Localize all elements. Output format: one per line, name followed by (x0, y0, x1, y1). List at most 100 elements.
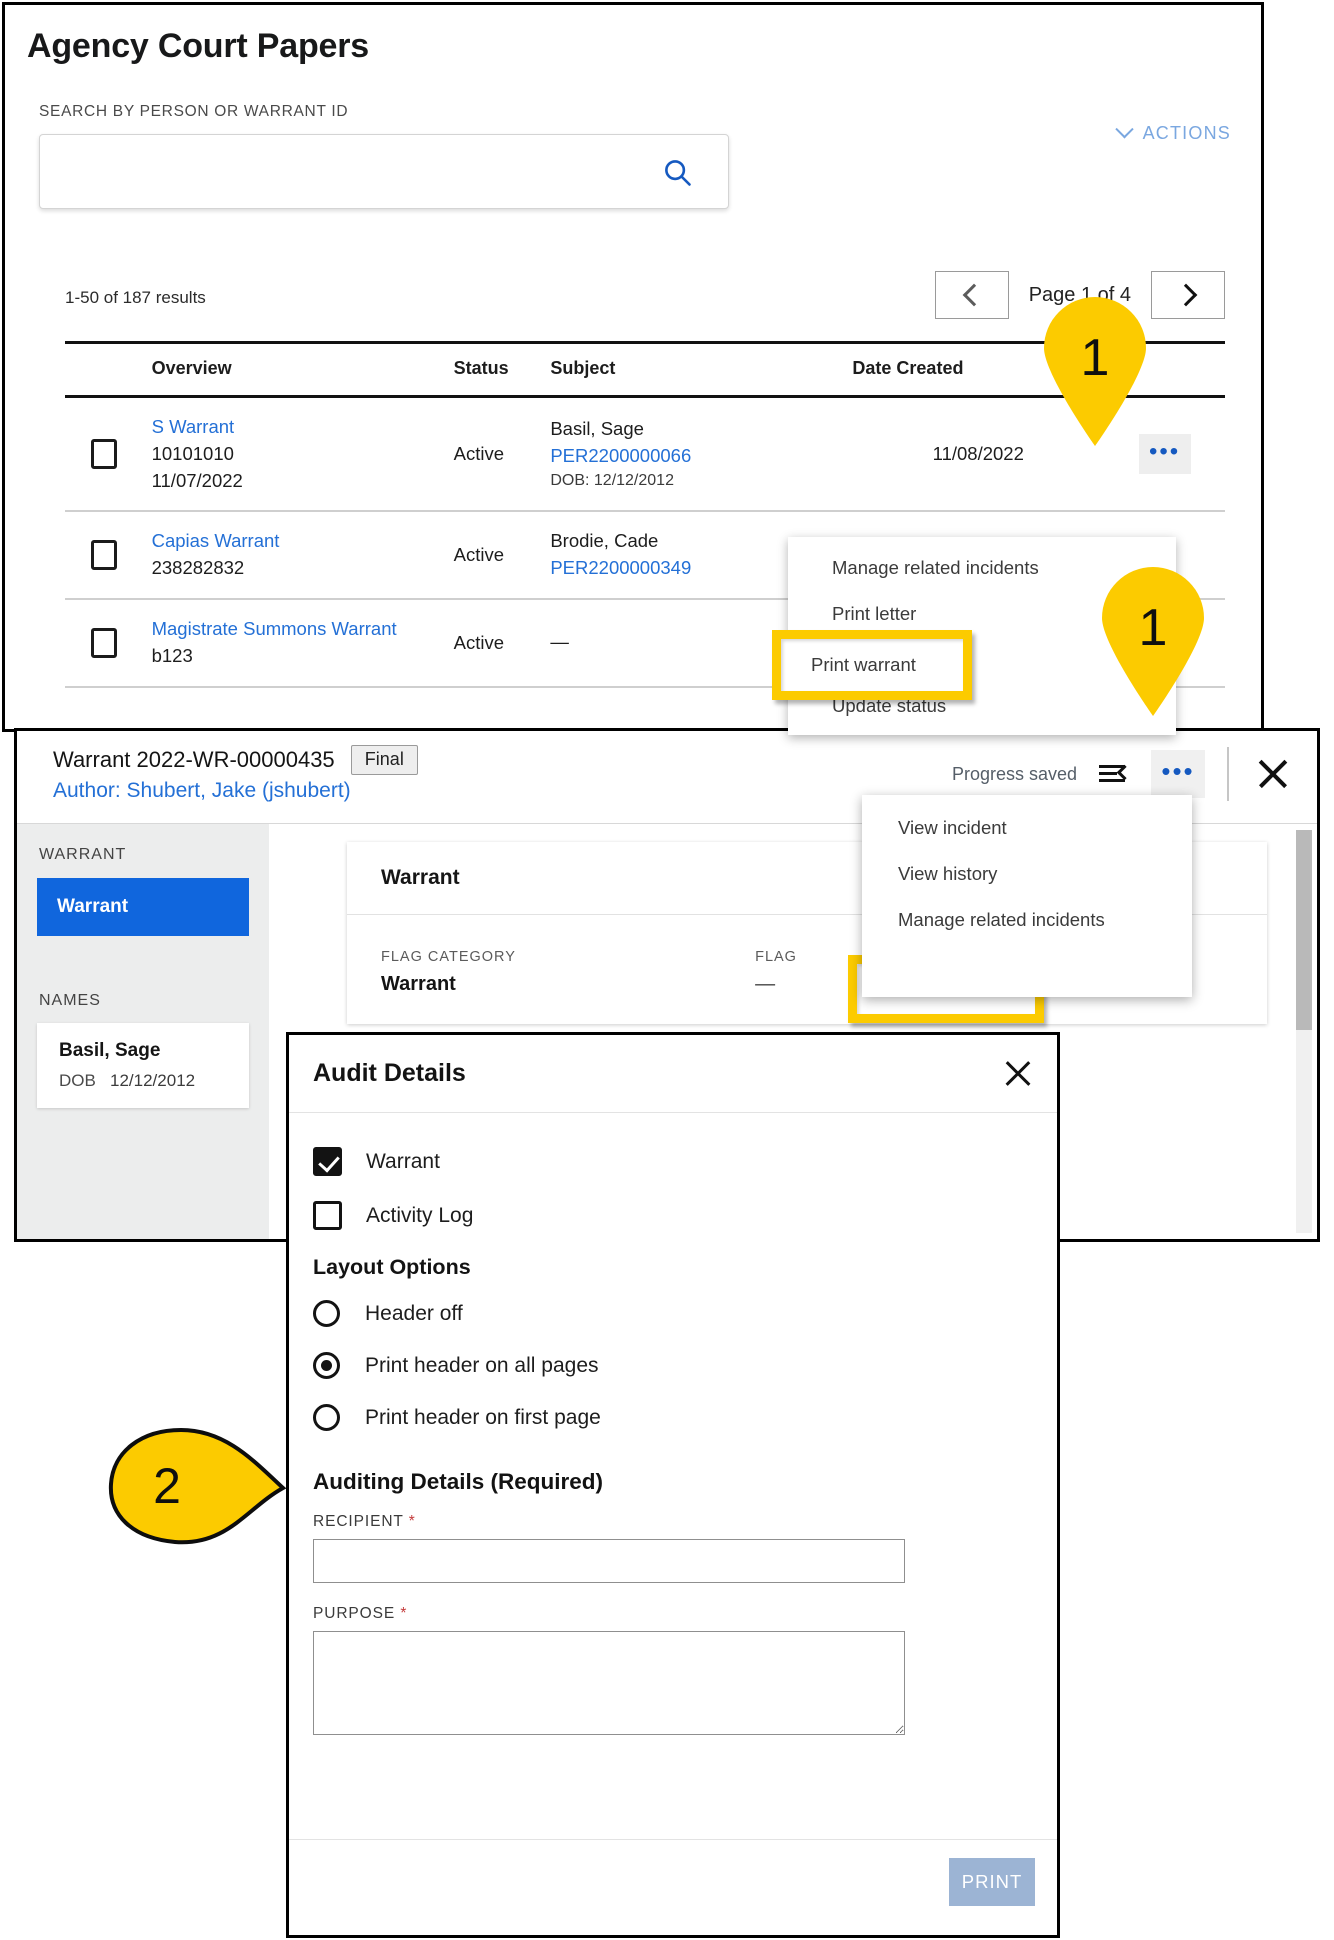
radio-header-first-page-label: Print header on first page (365, 1405, 601, 1429)
field-label: FLAG CATEGORY (381, 949, 516, 965)
row-select-cell (65, 511, 152, 601)
overview-link[interactable]: Magistrate Summons Warrant (152, 616, 454, 643)
dialog-title: Audit Details (313, 1059, 466, 1087)
row-subject-cell: Basil, Sage PER2200000066 DOB: 12/12/201… (550, 396, 853, 513)
radio-header-off-label: Header off (365, 1301, 463, 1325)
radio-header-all-pages[interactable] (313, 1352, 340, 1379)
status-badge: Final (350, 745, 418, 775)
row-overview-cell: S Warrant 10101010 11/07/2022 (151, 396, 454, 513)
subject-id-link[interactable]: PER2200000066 (550, 443, 852, 470)
row-overview-cell: Magistrate Summons Warrant b123 (151, 599, 454, 688)
chevron-right-icon (1174, 283, 1197, 307)
screenshot-root: Agency Court Papers SEARCH BY PERSON OR … (0, 0, 1334, 1940)
dialog-header: Audit Details (289, 1035, 1057, 1113)
name-card-dob: DOB 12/12/2012 (59, 1071, 249, 1091)
sidebar-section-names-label: NAMES (39, 992, 101, 1009)
search-input[interactable] (54, 135, 644, 208)
radio-row-header-all-pages[interactable]: Print header on all pages (313, 1352, 1033, 1379)
sidebar-item-warrant[interactable]: Warrant (37, 878, 249, 936)
page-title: Agency Court Papers (27, 27, 369, 65)
scrollbar-thumb[interactable] (1296, 830, 1312, 1030)
dob-value: 12/12/2012 (110, 1071, 196, 1090)
purpose-textarea[interactable] (313, 1631, 905, 1735)
menu-item-view-incident[interactable]: View incident (862, 805, 1192, 851)
menu-item-view-history[interactable]: View history (862, 851, 1192, 897)
highlight-print-warrant-list: Print warrant (772, 630, 972, 700)
th-overview[interactable]: Overview (151, 341, 454, 398)
row-select-cell (65, 396, 152, 513)
print-button[interactable]: PRINT (949, 1858, 1035, 1906)
search-label: SEARCH BY PERSON OR WARRANT ID (39, 103, 349, 120)
divider (1227, 747, 1229, 801)
overview-date: 11/07/2022 (151, 469, 243, 491)
search-box[interactable] (39, 134, 729, 209)
pagination-prev-button[interactable] (934, 271, 1009, 319)
field-flag-category: FLAG CATEGORY Warrant (381, 949, 755, 996)
search-icon[interactable] (662, 157, 692, 187)
sidebar-name-card[interactable]: Basil, Sage DOB 12/12/2012 (37, 1023, 249, 1108)
overview-link[interactable]: Capias Warrant (152, 528, 454, 555)
recipient-input[interactable] (313, 1539, 905, 1583)
row-checkbox[interactable] (91, 540, 117, 571)
th-status[interactable]: Status (453, 341, 551, 398)
progress-status: Progress saved (951, 763, 1077, 784)
radio-header-off[interactable] (313, 1300, 340, 1327)
detail-actions-menu: View incident View history Manage relate… (862, 795, 1192, 997)
callout-teardrop-2-number: 2 (153, 1458, 181, 1514)
detail-header-actions: Progress saved ••• (952, 747, 1295, 801)
purpose-label-text: PURPOSE (313, 1605, 396, 1622)
row-status: Active (453, 511, 551, 601)
pagination-next-button[interactable] (1151, 271, 1225, 319)
radio-row-header-off[interactable]: Header off (313, 1300, 1033, 1327)
results-count: 1-50 of 187 results (65, 288, 206, 307)
callout-pin-1-number: 1 (1080, 329, 1110, 387)
checkbox-activity-log[interactable] (313, 1201, 342, 1230)
sidebar-section-warrant-label: WARRANT (39, 846, 127, 863)
close-icon[interactable] (1001, 1057, 1035, 1091)
checkbox-activity-log-label: Activity Log (366, 1203, 474, 1227)
dialog-footer: PRINT (289, 1839, 1057, 1935)
row-overview-cell: Capias Warrant 238282832 (151, 511, 454, 601)
dob-label: DOB (59, 1071, 96, 1090)
overview-id: 10101010 (151, 442, 234, 464)
subject-dob: DOB: 12/12/2012 (550, 472, 674, 490)
recipient-label-text: RECIPIENT (313, 1513, 404, 1530)
overview-link[interactable]: S Warrant (152, 414, 454, 441)
overview-id: 238282832 (151, 557, 245, 579)
collapse-panel-icon[interactable] (1099, 763, 1133, 785)
detail-author-link[interactable]: Author: Shubert, Jake (jshubert) (53, 779, 351, 803)
radio-header-first-page[interactable] (313, 1404, 340, 1431)
checkbox-row-warrant[interactable]: Warrant (313, 1147, 1033, 1176)
purpose-label: PURPOSE * (313, 1605, 1033, 1623)
radio-row-header-first-page[interactable]: Print header on first page (313, 1404, 1033, 1431)
th-subject[interactable]: Subject (550, 341, 853, 398)
row-status: Active (453, 396, 551, 513)
checkbox-warrant[interactable] (313, 1147, 342, 1176)
close-icon[interactable] (1251, 752, 1295, 796)
field-value: Warrant (381, 973, 456, 995)
auditing-details-title: Auditing Details (Required) (313, 1469, 604, 1494)
layout-options-title: Layout Options (313, 1255, 471, 1279)
required-mark: * (400, 1605, 408, 1622)
row-status: Active (453, 599, 551, 688)
detail-sidebar: WARRANT Warrant NAMES Basil, Sage DOB 12… (17, 824, 269, 1239)
radio-header-all-pages-label: Print header on all pages (365, 1353, 599, 1377)
row-select-cell (65, 599, 152, 688)
checkbox-row-activity-log[interactable]: Activity Log (313, 1201, 1033, 1230)
menu-item-manage-related-incidents[interactable]: Manage related incidents (862, 897, 1192, 943)
menu-item-print-warrant-highlighted[interactable]: Print warrant (781, 639, 963, 691)
detail-more-button[interactable]: ••• (1151, 750, 1205, 798)
required-mark: * (408, 1513, 416, 1530)
overview-id: b123 (151, 644, 193, 666)
row-checkbox[interactable] (91, 439, 117, 470)
audit-details-dialog: Audit Details Warrant Activity Log Layou… (286, 1032, 1060, 1938)
name-card-name: Basil, Sage (59, 1040, 161, 1061)
actions-dropdown[interactable]: ACTIONS (1114, 120, 1231, 144)
actions-label: ACTIONS (1142, 123, 1231, 143)
recipient-label: RECIPIENT * (313, 1513, 1033, 1531)
checkbox-warrant-label: Warrant (366, 1149, 440, 1173)
row-checkbox[interactable] (91, 627, 117, 658)
callout-pin-1b-number: 1 (1138, 599, 1168, 657)
dialog-body: Warrant Activity Log Layout Options Head… (289, 1113, 1057, 1735)
detail-title-wrap: Warrant 2022-WR-00000435 Final (53, 745, 418, 775)
